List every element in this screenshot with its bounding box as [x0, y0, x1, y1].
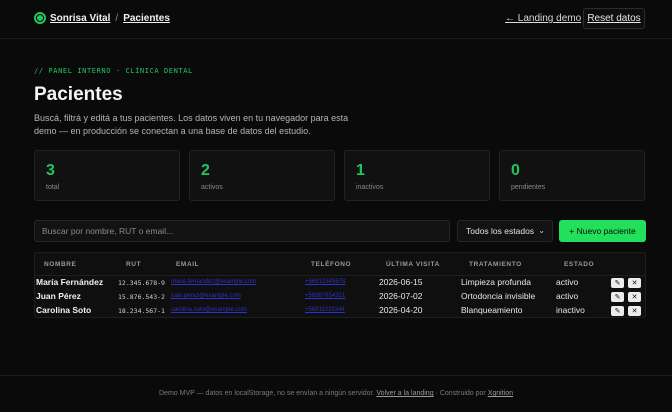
column-header-nombre[interactable]: NOMBRE — [44, 261, 77, 268]
patient-rut: 15.876.543-2 — [118, 293, 165, 301]
delete-icon[interactable]: ✕ — [628, 306, 641, 316]
footer-divider — [0, 375, 672, 376]
column-header-telefono[interactable]: TELÉFONO — [311, 261, 351, 268]
stat-card-pendientes: 0 pendientes — [499, 150, 645, 201]
credit-link[interactable]: Xgnition — [488, 390, 513, 397]
patient-last-visit: 2026-07-02 — [379, 291, 423, 301]
stat-card-activos: 2 activos — [189, 150, 335, 201]
chevron-down-icon: ⌄ — [538, 226, 545, 235]
stat-value: 3 — [46, 162, 55, 179]
delete-icon[interactable]: ✕ — [628, 278, 641, 288]
patient-phone-link[interactable]: +56912345678 — [305, 279, 345, 285]
stat-value: 1 — [356, 162, 365, 179]
top-bar: Sonrisa Vital / Pacientes ← Landing demo… — [0, 0, 672, 39]
table-row[interactable]: Carolina Soto 18.234.567-1 carolina.soto… — [35, 304, 645, 317]
patient-email-link[interactable]: carolina.soto@example.com — [171, 307, 247, 313]
footer: Demo MVP — datos en localStorage, no se … — [0, 390, 672, 397]
reset-data-button[interactable]: Reset datos — [583, 8, 645, 29]
stat-card-inactivos: 1 inactivos — [344, 150, 490, 201]
patient-name: María Fernández — [36, 277, 104, 287]
column-header-email[interactable]: EMAIL — [176, 261, 199, 268]
table-row[interactable]: Juan Pérez 15.876.543-2 juan.perez@examp… — [35, 290, 645, 304]
patient-name: Carolina Soto — [36, 305, 92, 315]
patient-email-link[interactable]: juan.perez@example.com — [171, 293, 241, 299]
edit-icon[interactable]: ✎ — [611, 306, 624, 316]
patient-last-visit: 2026-06-15 — [379, 277, 423, 287]
breadcrumb-pacientes[interactable]: Pacientes — [123, 13, 170, 24]
back-to-landing-link[interactable]: Volver a la landing — [376, 390, 433, 397]
patient-rut: 12.345.678-9 — [118, 279, 165, 287]
patient-treatment: Ortodoncia invisible — [461, 291, 536, 301]
patient-last-visit: 2026-04-20 — [379, 305, 423, 315]
column-header-rut[interactable]: RUT — [126, 261, 141, 268]
patient-treatment: Limpieza profunda — [461, 277, 531, 287]
breadcrumb-separator: / — [115, 12, 119, 24]
landing-demo-link[interactable]: ← Landing demo — [505, 13, 581, 24]
new-patient-button[interactable]: + Nuevo paciente — [559, 220, 646, 242]
delete-icon[interactable]: ✕ — [628, 292, 641, 302]
page-title: Pacientes — [34, 84, 123, 105]
table-row[interactable]: María Fernández 12.345.678-9 maria.ferna… — [35, 276, 645, 290]
patient-rut: 18.234.567-1 — [118, 307, 165, 315]
stat-label: inactivos — [356, 184, 384, 191]
brand-logo-icon — [34, 12, 46, 24]
section-kicker: // PANEL INTERNO · CLÍNICA DENTAL — [34, 67, 193, 75]
patient-phone-link[interactable]: +56911223344 — [305, 307, 345, 313]
edit-icon[interactable]: ✎ — [611, 292, 624, 302]
patients-table: NOMBRE RUT EMAIL TELÉFONO ÚLTIMA VISITA … — [34, 252, 646, 318]
patient-email-link[interactable]: maria.fernandez@example.com — [171, 279, 256, 285]
patient-phone-link[interactable]: +56987654321 — [305, 293, 345, 299]
stat-label: pendientes — [511, 184, 546, 191]
status-filter-select[interactable]: Todos los estados ⌄ — [457, 220, 553, 242]
patient-status: inactivo — [556, 305, 585, 315]
stat-label: total — [46, 184, 60, 191]
column-header-estado[interactable]: ESTADO — [564, 261, 594, 268]
search-input[interactable]: Buscar por nombre, RUT o email... — [34, 220, 450, 242]
footer-credit-text: · Construido por — [433, 390, 488, 397]
brand: Sonrisa Vital / Pacientes — [34, 12, 170, 24]
patient-status: activo — [556, 277, 579, 287]
column-header-tratamiento[interactable]: TRATAMIENTO — [469, 261, 522, 268]
footer-text: Demo MVP — datos en localStorage, no se … — [159, 390, 377, 397]
patient-treatment: Blanqueamiento — [461, 305, 523, 315]
stat-card-total: 3 total — [34, 150, 180, 201]
stat-value: 0 — [511, 162, 520, 179]
status-filter-value: Todos los estados — [466, 226, 535, 236]
stat-value: 2 — [201, 162, 210, 179]
edit-icon[interactable]: ✎ — [611, 278, 624, 288]
brand-link[interactable]: Sonrisa Vital — [50, 13, 110, 24]
stat-label: activos — [201, 184, 223, 191]
patient-status: activo — [556, 291, 579, 301]
column-header-ultima-visita[interactable]: ÚLTIMA VISITA — [386, 261, 440, 268]
patient-name: Juan Pérez — [36, 291, 81, 301]
page-subtitle: Buscá, filtrá y editá a tus pacientes. L… — [34, 113, 349, 136]
